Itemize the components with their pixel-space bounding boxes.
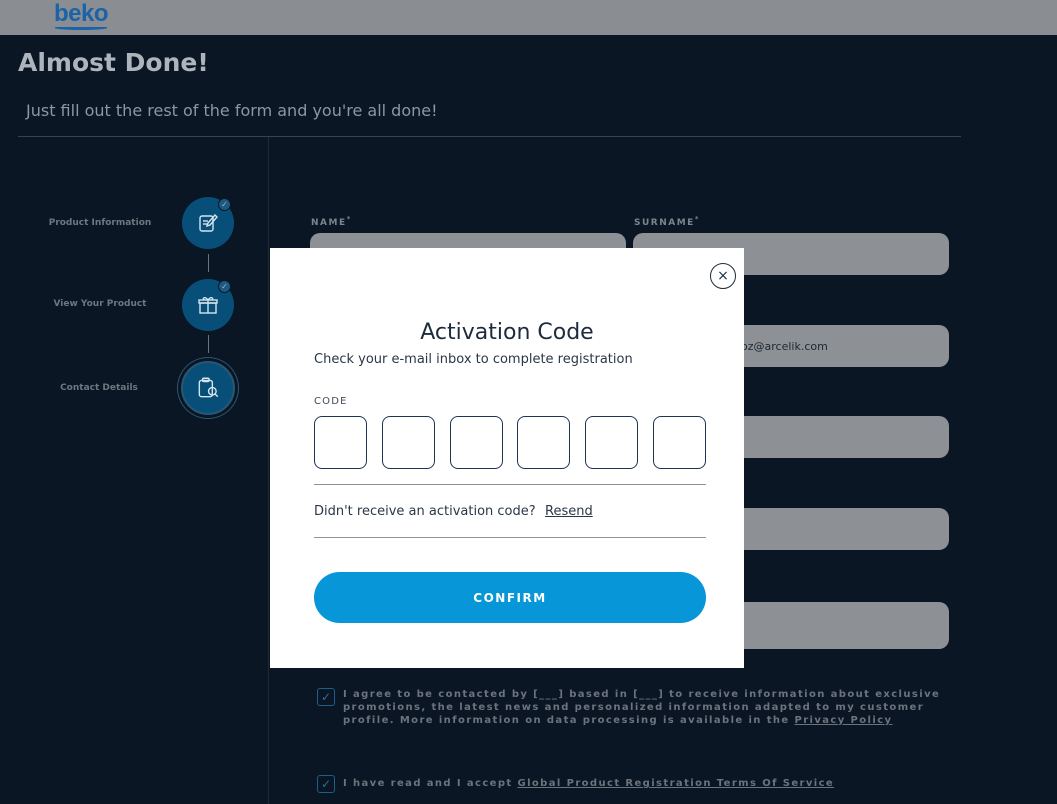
code-label: CODE xyxy=(314,396,348,407)
page-subtitle: Just fill out the rest of the form and y… xyxy=(26,101,438,120)
marketing-consent-checkbox[interactable]: ✓ xyxy=(317,688,335,706)
name-label: NAME* xyxy=(311,215,352,228)
resend-prompt: Didn't receive an activation code? xyxy=(314,504,536,519)
code-digit-input-3[interactable] xyxy=(450,416,503,469)
step-completed-check-icon: ✓ xyxy=(218,198,231,211)
step-connector xyxy=(208,335,209,353)
terms-consent-text: I have read and I accept Global Product … xyxy=(343,778,835,789)
modal-title: Activation Code xyxy=(420,320,594,345)
code-digit-input-5[interactable] xyxy=(585,416,638,469)
code-digit-input-1[interactable] xyxy=(314,416,367,469)
terms-consent-checkbox[interactable]: ✓ xyxy=(317,775,335,793)
step-label-view-your-product: View Your Product xyxy=(53,299,147,309)
step-label-contact-details: Contact Details xyxy=(60,383,138,393)
close-icon: × xyxy=(717,268,729,284)
terms-of-service-link[interactable]: Global Product Registration Terms Of Ser… xyxy=(517,778,834,789)
step-completed-check-icon: ✓ xyxy=(218,280,231,293)
heading-divider xyxy=(18,136,961,137)
stepper-divider xyxy=(268,137,269,804)
code-digit-input-6[interactable] xyxy=(653,416,706,469)
edit-document-icon xyxy=(199,213,218,232)
modal-divider xyxy=(314,484,706,485)
terms-consent: ✓ I have read and I accept Global Produc… xyxy=(317,775,943,793)
logo-swoosh xyxy=(55,26,107,30)
code-digit-input-4[interactable] xyxy=(517,416,570,469)
step-contact-details[interactable] xyxy=(181,361,235,415)
email-value: oz@arcelik.com xyxy=(741,339,828,353)
marketing-consent-text: I agree to be contacted by [___] based i… xyxy=(343,689,941,726)
surname-label: SURNAME* xyxy=(634,215,700,228)
step-connector xyxy=(208,254,209,272)
page-title: Almost Done! xyxy=(18,48,209,77)
close-modal-button[interactable]: × xyxy=(710,263,736,289)
clipboard-search-icon xyxy=(198,377,219,398)
modal-divider xyxy=(314,537,706,538)
gift-icon xyxy=(198,297,218,314)
resend-link[interactable]: Resend xyxy=(545,504,593,519)
beko-logo[interactable]: beko xyxy=(54,0,109,28)
confirm-button[interactable]: CONFIRM xyxy=(314,572,706,623)
code-digit-input-2[interactable] xyxy=(382,416,435,469)
step-label-product-information: Product Information xyxy=(48,218,152,228)
activation-code-modal: × Activation Code Check your e-mail inbo… xyxy=(270,248,744,668)
top-bar xyxy=(0,0,1057,35)
privacy-policy-link[interactable]: Privacy Policy xyxy=(794,715,892,726)
modal-subtitle: Check your e-mail inbox to complete regi… xyxy=(314,352,633,367)
marketing-consent: ✓ I agree to be contacted by [___] based… xyxy=(317,688,943,727)
